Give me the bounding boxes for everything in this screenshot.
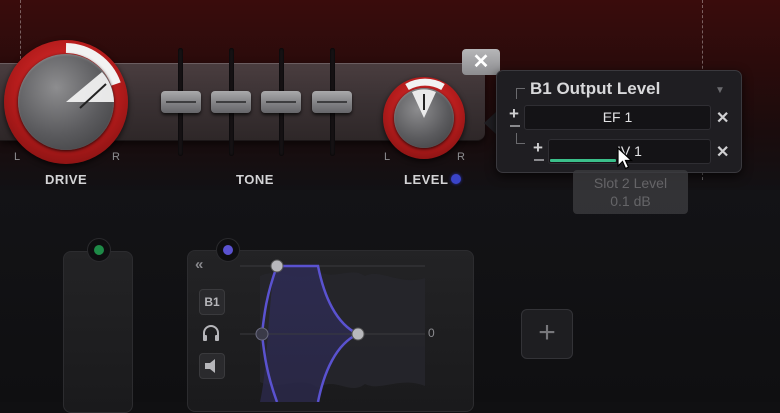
tone-label: TONE [236,172,274,187]
crossfade-handle-top[interactable] [270,259,284,273]
tone-fader-4[interactable] [312,91,352,113]
headphones-icon[interactable] [199,321,223,345]
speaker-icon[interactable] [199,353,225,379]
slot-1-remove-button[interactable]: ✕ [716,108,729,128]
tone-fader-3[interactable] [261,91,301,113]
popup-arrow [484,112,496,134]
slot-2-remove-minus[interactable] [534,159,544,161]
level-right-label: R [457,151,465,163]
drive-left-label: L [14,151,21,163]
level-knob[interactable] [383,77,465,159]
crossfade-graph[interactable] [240,256,440,402]
slot-1-remove-minus[interactable] [510,125,520,127]
channel-module[interactable] [63,251,133,413]
close-button[interactable]: ✕ [462,49,500,75]
crossfade-zero-label: 0 [428,326,435,340]
mouse-cursor [617,147,634,170]
level-knob-indicator [412,89,436,118]
drive-knob-indicator [66,72,114,109]
crossfade-handle-left[interactable] [255,327,269,341]
slot-1-add-button[interactable]: + [509,105,519,122]
crossfade-node-ring [216,238,240,262]
level-tooltip: Slot 2 Level 0.1 dB [573,170,688,214]
drive-label: DRIVE [45,172,88,187]
drive-knob[interactable] [4,40,128,164]
collapse-icon[interactable]: « [195,256,203,273]
crossfade-node-purple [223,245,233,255]
b1-button[interactable]: B1 [199,289,225,315]
tone-fader-1[interactable] [161,91,201,113]
add-module-button[interactable]: + [521,309,573,359]
level-label: LEVEL [404,172,449,187]
tooltip-value: 0.1 dB [610,193,651,209]
channel-node-green [94,245,104,255]
popup-bracket [516,88,525,99]
slot-tree-connector [516,133,525,144]
popup-title: B1 Output Level [530,79,661,98]
popup-dropdown-arrow[interactable]: ▼ [715,85,725,96]
crossfade-handle-right[interactable] [351,327,365,341]
drive-right-label: R [112,151,120,163]
tone-fader-2[interactable] [211,91,251,113]
tooltip-title: Slot 2 Level [593,175,668,191]
slot-2-level-bar[interactable] [550,159,616,162]
slot-2-remove-button[interactable]: ✕ [716,142,729,162]
slot-1-row[interactable]: EF 1 [524,105,711,130]
slot-2-add-button[interactable]: + [533,139,543,156]
level-link-dot[interactable] [451,174,461,184]
channel-node-ring [87,238,111,262]
level-left-label: L [384,151,391,163]
